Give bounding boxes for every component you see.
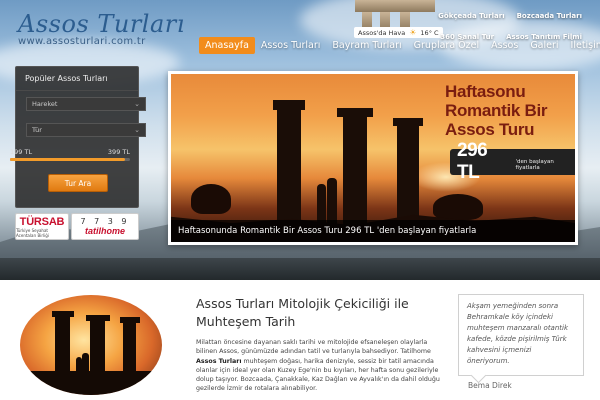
article-title[interactable]: Assos Turları Mitolojik Çekiciliği ile M… [196, 295, 446, 331]
weather-label: Assos'da Hava [358, 28, 406, 37]
nav-item-group-tours[interactable]: Gruplara Özel [408, 37, 485, 54]
slider-price: 296 TL [457, 140, 488, 183]
slider-caption[interactable]: Haftasonunda Romantik Bir Assos Turu 296… [171, 220, 575, 242]
nav-item-contact[interactable]: İletişim [565, 37, 600, 54]
search-tour-button[interactable]: Tur Ara [48, 174, 108, 192]
tursab-logo-text: TÜRSAB [19, 215, 65, 228]
testimonial-quote: Akşam yemeğinden sonra Behramkale köy iç… [458, 294, 584, 376]
price-range-fill [10, 158, 126, 161]
tatilhome-badge[interactable]: 7 7 3 9 tatilhome [71, 213, 139, 240]
site-logo[interactable]: Assos Turları www.assosturlari.com.tr [18, 10, 185, 47]
tour-type-select-value: Tür [32, 126, 42, 134]
logo-title: Assos Turları [18, 10, 185, 38]
nav-item-gallery[interactable]: Galeri [524, 37, 564, 54]
departure-select[interactable]: Hareket ⌄ [26, 97, 146, 111]
tour-type-select[interactable]: Tür ⌄ [26, 123, 146, 137]
nav-item-assos[interactable]: Assos [485, 37, 524, 54]
price-range-labels: 199 TL 399 TL [10, 148, 130, 156]
headline-line-1: Haftasonu [445, 82, 526, 101]
nav-item-assos-tours[interactable]: Assos Turları [255, 37, 326, 54]
toplink-gokceada[interactable]: Gökçeada Turları [438, 12, 504, 20]
slider-price-badge: 296 TL 'den başlayan fiyatlarla [450, 140, 575, 183]
price-range-slider[interactable] [10, 158, 130, 161]
testimonial-author: Bema Direk [468, 381, 512, 390]
hero-slider[interactable]: Haftasonu Romantik Bir Assos Turu 296 TL… [168, 71, 578, 245]
tatilhome-digits: 7 7 3 9 [80, 217, 130, 226]
price-max: 399 TL [107, 148, 130, 156]
tursab-badge[interactable]: TÜRSAB Türkiye Seyahat Acentaları Birliğ… [15, 213, 69, 240]
tursab-subtitle: Türkiye Seyahat Acentaları Birliği [16, 227, 49, 238]
chevron-down-icon: ⌄ [134, 100, 140, 108]
search-panel-title: Popüler Assos Turları [16, 67, 138, 91]
sun-icon: ☀ [409, 28, 417, 37]
article-body: Milattan öncesine dayanan saklı tarihi v… [196, 338, 446, 394]
departure-select-value: Hareket [32, 100, 58, 108]
headline-line-2: Romantik Bir [445, 101, 548, 120]
chevron-down-icon: ⌄ [134, 126, 140, 134]
nav-item-home[interactable]: Anasayfa [199, 37, 255, 54]
tatilhome-logo-text: tatilhome [84, 226, 125, 236]
slider-headline: Haftasonu Romantik Bir Assos Turu [445, 82, 573, 139]
weather-temp: 16° C [420, 28, 439, 37]
price-min: 199 TL [10, 148, 33, 156]
toplink-bozcaada[interactable]: Bozcaada Turları [517, 12, 582, 20]
headline-line-3: Assos Turu [445, 120, 535, 139]
slider-price-suffix: 'den başlayan fiyatlarla [515, 159, 554, 171]
main-nav: Anasayfa Assos Turları Bayram Turları Gr… [199, 37, 600, 54]
article-body-part-1: Milattan öncesine dayanan saklı tarihi v… [196, 339, 431, 356]
slider-image: Haftasonu Romantik Bir Assos Turu 296 TL… [171, 74, 575, 242]
article-body-bold[interactable]: Assos Turları [196, 358, 242, 365]
nav-item-holiday-tours[interactable]: Bayram Turları [326, 37, 407, 54]
article-thumbnail[interactable] [20, 295, 162, 395]
